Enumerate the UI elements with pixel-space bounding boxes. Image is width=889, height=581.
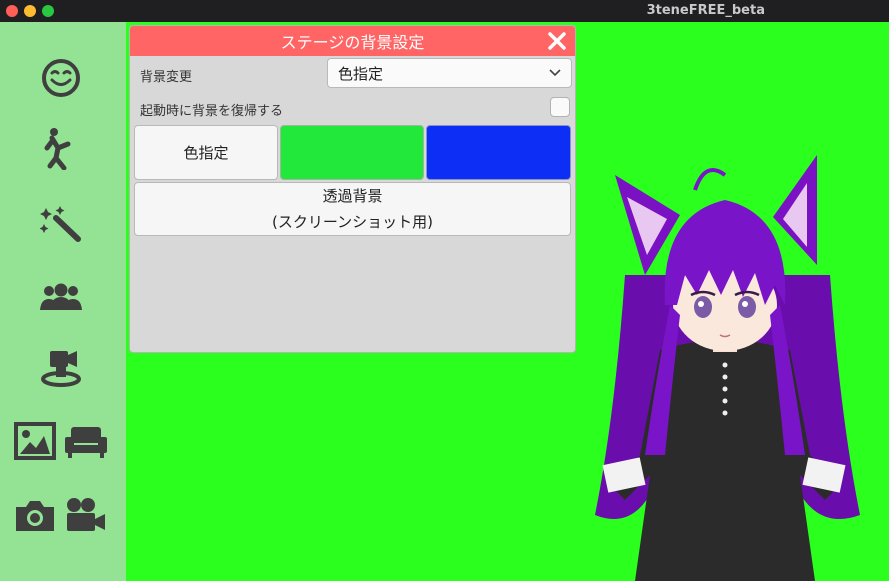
smiley-face-icon[interactable] — [40, 57, 82, 99]
dancing-person-icon[interactable] — [44, 126, 78, 170]
window-title: 3teneFREE_beta — [646, 3, 765, 18]
magic-wand-icon[interactable] — [40, 204, 82, 242]
window-titlebar: 3teneFREE_beta — [0, 0, 889, 22]
video-camera-stage-icon[interactable] — [40, 349, 82, 389]
green-swatch-button[interactable] — [280, 125, 424, 180]
restore-on-start-label: 起動時に背景を復帰する — [140, 104, 284, 119]
transparent-label-line2: (スクリーンショット用) — [272, 213, 433, 231]
movie-camera-icon[interactable] — [64, 496, 108, 536]
transparent-label-line1: 透過背景 — [322, 187, 383, 205]
image-icon[interactable] — [14, 422, 56, 460]
sidebar — [0, 22, 126, 581]
background-type-select[interactable]: 色指定 — [327, 58, 572, 88]
transparent-background-button[interactable]: 透過背景 (スクリーンショット用) — [134, 182, 571, 236]
color-specify-label: 色指定 — [183, 144, 229, 162]
background-type-value: 色指定 — [338, 64, 384, 83]
panel-title: ステージの背景設定 — [280, 33, 425, 52]
sofa-icon[interactable] — [64, 424, 108, 460]
panel-header: ステージの背景設定 — [130, 26, 575, 56]
background-change-label: 背景変更 — [140, 70, 193, 85]
close-panel-button[interactable] — [545, 29, 569, 53]
photo-camera-icon[interactable] — [14, 498, 56, 534]
close-icon — [548, 32, 566, 50]
avatar-character — [595, 155, 860, 581]
group-people-icon[interactable] — [40, 280, 82, 314]
restore-on-start-checkbox[interactable] — [550, 97, 570, 117]
chevron-down-icon — [549, 69, 561, 77]
stage-background-settings-panel: ステージの背景設定 背景変更 色指定 起動時に背景を復帰する 色指定 透過背景 … — [129, 25, 576, 353]
blue-swatch-button[interactable] — [426, 125, 571, 180]
color-specify-button[interactable]: 色指定 — [134, 125, 278, 180]
